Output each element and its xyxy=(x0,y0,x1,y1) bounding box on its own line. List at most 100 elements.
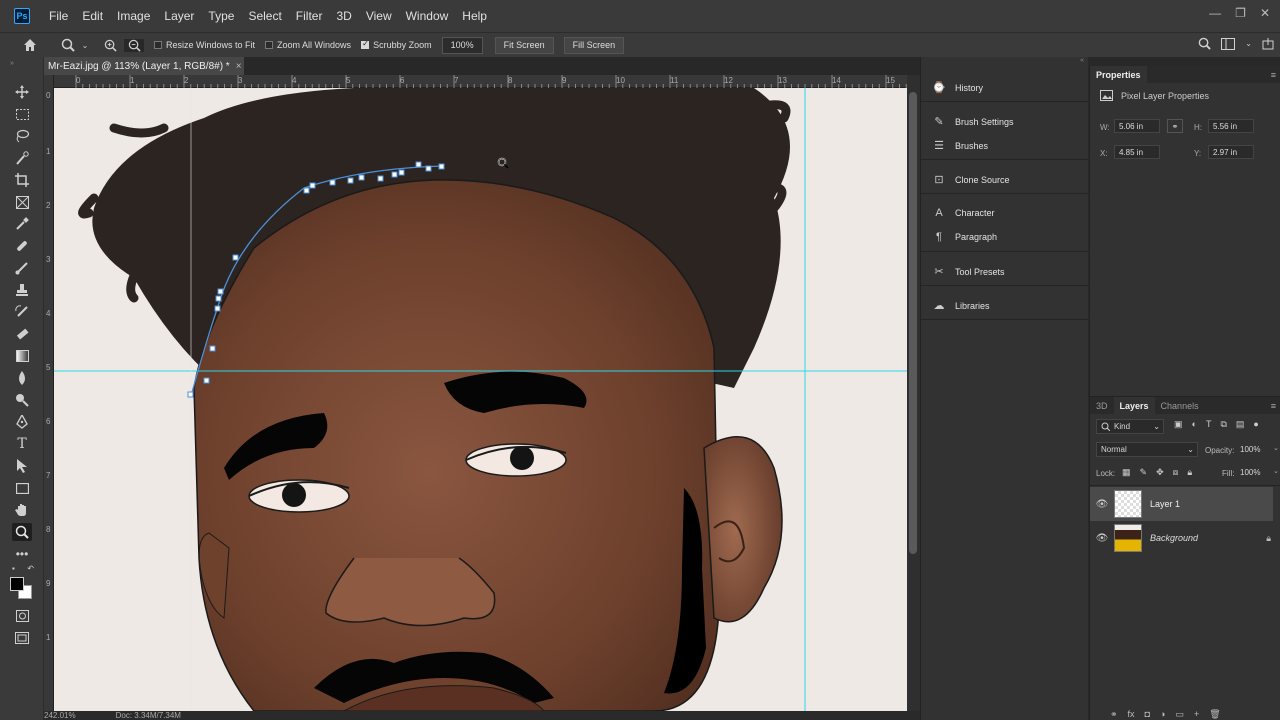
clone-stamp-tool-icon[interactable] xyxy=(12,281,32,299)
doc-size-status[interactable]: Doc: 3.34M/7.34M xyxy=(116,711,181,720)
type-tool-icon[interactable]: T xyxy=(12,435,32,453)
delete-layer-icon[interactable]: 🗑 xyxy=(1209,709,1220,720)
minimize-icon[interactable]: — xyxy=(1209,6,1221,20)
history-brush-tool-icon[interactable] xyxy=(12,303,32,321)
new-layer-icon[interactable]: + xyxy=(1194,709,1199,720)
document-close-icon[interactable]: × xyxy=(236,61,242,72)
scrubby-zoom-box[interactable] xyxy=(361,39,370,49)
pen-tool-icon[interactable] xyxy=(12,413,32,431)
marquee-tool-icon[interactable] xyxy=(12,105,32,123)
background-layer-name[interactable]: Background xyxy=(1150,533,1198,543)
resize-windows-box[interactable] xyxy=(154,41,162,49)
workspace-chevron-icon[interactable]: ⌄ xyxy=(1245,39,1252,48)
zoom-tool-active-icon[interactable] xyxy=(12,523,32,541)
filter-adjustment-icon[interactable]: ◐ xyxy=(1192,419,1197,430)
menu-window[interactable]: Window xyxy=(399,9,456,23)
document-canvas[interactable] xyxy=(54,88,907,711)
zoom-out-icon[interactable] xyxy=(124,38,144,52)
tab-properties[interactable]: Properties xyxy=(1090,66,1147,83)
tool-presets-panel-button[interactable]: ✂ Tool Presets xyxy=(931,265,1004,278)
x-field[interactable]: 4.85 in xyxy=(1114,145,1160,159)
tools-collapse-icon[interactable]: » xyxy=(10,60,14,67)
zoom-tool-icon[interactable] xyxy=(56,38,80,52)
brush-settings-panel-button[interactable]: ✎ Brush Settings xyxy=(931,115,1013,128)
brush-tool-icon[interactable] xyxy=(12,259,32,277)
history-panel-button[interactable]: ⌚ History xyxy=(931,81,983,94)
properties-menu-icon[interactable]: ≡ xyxy=(1271,70,1276,80)
menu-help[interactable]: Help xyxy=(455,9,494,23)
zoom-all-box[interactable] xyxy=(265,41,274,49)
blur-tool-icon[interactable] xyxy=(12,369,32,387)
close-icon[interactable]: ✕ xyxy=(1260,6,1270,20)
exchange-colors-icon[interactable]: ↶ xyxy=(27,564,34,573)
eyedropper-tool-icon[interactable] xyxy=(12,215,32,233)
menu-layer[interactable]: Layer xyxy=(157,9,201,23)
path-selection-tool-icon[interactable] xyxy=(12,457,32,475)
width-field[interactable]: 5.06 in xyxy=(1114,119,1160,133)
quick-selection-tool-icon[interactable] xyxy=(12,149,32,167)
gradient-tool-icon[interactable] xyxy=(12,347,32,365)
foreground-color-swatch[interactable] xyxy=(10,577,24,591)
crop-tool-icon[interactable] xyxy=(12,171,32,189)
resize-windows-checkbox[interactable]: Resize Windows to Fit xyxy=(154,40,255,50)
filter-pixel-icon[interactable]: ▣ xyxy=(1174,419,1183,430)
menu-edit[interactable]: Edit xyxy=(75,9,110,23)
character-panel-button[interactable]: A Character xyxy=(931,207,994,219)
document-tab[interactable]: Mr-Eazi.jpg @ 113% (Layer 1, RGB/8#) * × xyxy=(44,57,244,75)
workspace-icon[interactable] xyxy=(1221,37,1236,50)
lock-all-icon[interactable]: 🔒︎ xyxy=(1187,467,1192,478)
filter-shape-icon[interactable]: ⧉ xyxy=(1220,419,1226,430)
clone-source-panel-button[interactable]: ⊡ Clone Source xyxy=(931,173,1009,186)
healing-brush-tool-icon[interactable] xyxy=(12,237,32,255)
add-mask-icon[interactable]: ◘ xyxy=(1145,709,1150,720)
layer-style-icon[interactable]: fx xyxy=(1128,709,1135,720)
lock-artboard-icon[interactable]: ⧈ xyxy=(1173,467,1179,478)
fit-screen-button[interactable]: Fit Screen xyxy=(494,36,554,54)
quick-mask-icon[interactable] xyxy=(12,607,32,625)
vertical-scroll-thumb[interactable] xyxy=(909,92,917,554)
tab-channels[interactable]: Channels xyxy=(1155,401,1205,411)
zoom-all-windows-checkbox[interactable]: Zoom All Windows xyxy=(265,40,351,50)
menu-view[interactable]: View xyxy=(359,9,399,23)
filter-smart-object-icon[interactable]: ▤ xyxy=(1236,419,1245,430)
menu-3d[interactable]: 3D xyxy=(329,9,358,23)
new-group-icon[interactable]: ▭ xyxy=(1175,709,1184,720)
visibility-eye-icon[interactable]: 👁︎ xyxy=(1090,533,1114,544)
hand-tool-icon[interactable] xyxy=(12,501,32,519)
tool-preset-chevron-icon[interactable]: ⌄ xyxy=(80,41,90,50)
libraries-panel-button[interactable]: ☁ Libraries xyxy=(931,299,990,312)
zoom-percent-field[interactable]: 100% xyxy=(441,36,483,54)
default-colors-icon[interactable]: ▪ xyxy=(12,564,15,573)
adjustment-layer-icon[interactable]: ◑ xyxy=(1160,709,1165,720)
paragraph-panel-button[interactable]: ¶ Paragraph xyxy=(931,231,997,243)
menu-type[interactable]: Type xyxy=(201,9,241,23)
blend-mode-select[interactable]: Normal ⌄ xyxy=(1096,442,1198,457)
menu-file[interactable]: File xyxy=(42,9,75,23)
background-lock-icon[interactable]: 🔒︎ xyxy=(1266,533,1271,544)
share-icon[interactable] xyxy=(1262,37,1274,50)
link-dimensions-icon[interactable]: ⚭ xyxy=(1167,119,1183,133)
zoom-in-icon[interactable] xyxy=(100,39,120,52)
swap-colors-icon[interactable]: ▪ ↶ xyxy=(12,559,34,577)
layer-row-background[interactable]: 👁︎ Background 🔒︎ xyxy=(1090,521,1273,555)
layer-filter-select[interactable]: Kind ⌄ xyxy=(1096,419,1164,434)
restore-icon[interactable]: ❐ xyxy=(1235,6,1246,20)
rectangle-tool-icon[interactable] xyxy=(12,479,32,497)
vertical-ruler[interactable]: 0 1 2 3 4 5 6 7 8 9 1 xyxy=(44,75,54,712)
scrubby-zoom-checkbox[interactable]: Scrubby Zoom xyxy=(361,39,432,50)
layer-1-name[interactable]: Layer 1 xyxy=(1150,499,1180,509)
fill-screen-button[interactable]: Fill Screen xyxy=(563,36,625,54)
height-field[interactable]: 5.56 in xyxy=(1208,119,1254,133)
frame-tool-icon[interactable] xyxy=(12,193,32,211)
tab-layers[interactable]: Layers xyxy=(1113,397,1155,414)
search-icon[interactable] xyxy=(1198,37,1212,50)
brushes-panel-button[interactable]: ☰ Brushes xyxy=(931,139,988,152)
tab-3d[interactable]: 3D xyxy=(1090,401,1114,411)
opacity-field[interactable]: 100% xyxy=(1240,442,1268,457)
screen-mode-icon[interactable] xyxy=(12,629,32,647)
layers-menu-icon[interactable]: ≡ xyxy=(1271,401,1276,411)
opacity-chevron-icon[interactable]: ⌄ xyxy=(1273,444,1279,452)
dock-collapse-icon[interactable]: « xyxy=(1080,57,1084,64)
zoom-status[interactable]: 242.01% xyxy=(44,711,76,720)
lasso-tool-icon[interactable] xyxy=(12,127,32,145)
